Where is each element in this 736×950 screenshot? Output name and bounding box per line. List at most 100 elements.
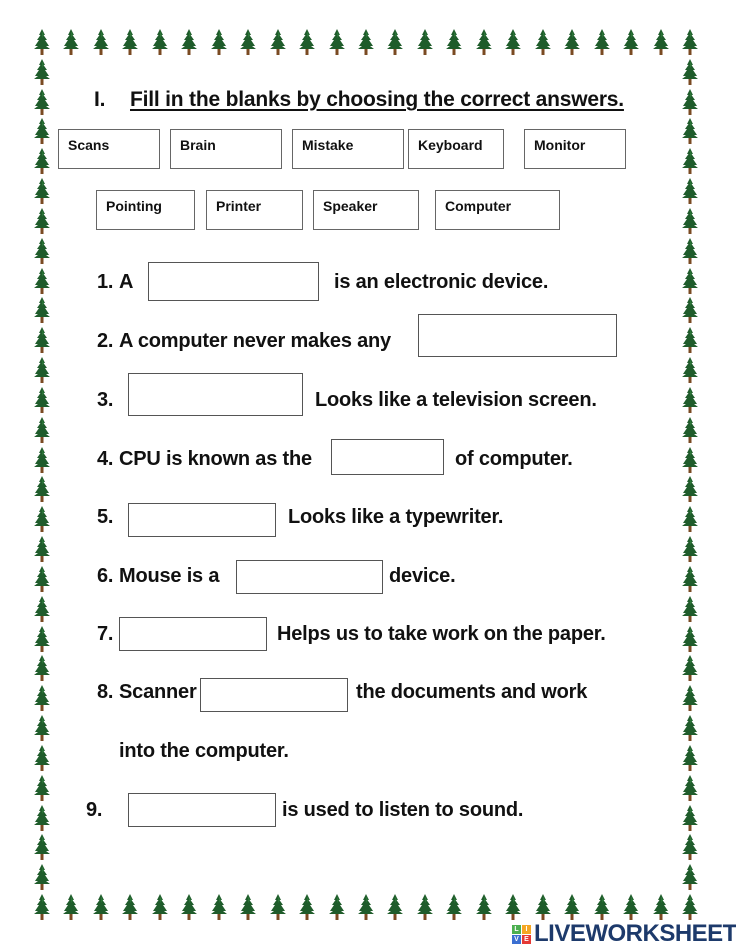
pine-tree-icon	[682, 357, 698, 384]
word-bank-item[interactable]: Monitor	[524, 129, 626, 169]
word-bank-item[interactable]: Scans	[58, 129, 160, 169]
liveworksheets-logo[interactable]: L I V E LIVEWORKSHEETS	[512, 920, 736, 947]
pine-tree-icon	[34, 864, 50, 891]
pine-tree-icon	[446, 894, 463, 920]
pine-tree-icon	[387, 894, 404, 920]
question-number: 8.	[97, 681, 114, 703]
pine-tree-icon	[358, 29, 374, 55]
pine-tree-icon	[34, 29, 50, 55]
pine-tree-icon	[34, 357, 50, 384]
logo-icon: L I V E	[512, 924, 531, 944]
word-bank-item[interactable]: Printer	[206, 190, 303, 230]
pine-tree-icon	[34, 625, 50, 652]
question-number: 5.	[97, 506, 114, 528]
pine-tree-icon	[34, 715, 50, 742]
pine-tree-icon	[682, 804, 698, 831]
word-bank-item[interactable]: Keyboard	[408, 129, 504, 169]
pine-tree-icon	[682, 864, 698, 891]
pine-tree-icon	[682, 148, 698, 175]
pine-tree-icon	[34, 237, 50, 264]
pine-tree-icon	[682, 834, 698, 861]
pine-tree-icon	[682, 894, 698, 920]
pine-tree-icon	[475, 894, 492, 920]
pine-tree-icon	[34, 894, 50, 920]
answer-blank-3[interactable]	[128, 373, 303, 416]
question-number: 7.	[97, 623, 114, 645]
word-bank-item[interactable]: Brain	[170, 129, 282, 169]
pine-tree-icon	[34, 327, 50, 354]
pine-tree-icon	[475, 29, 492, 55]
pine-tree-icon	[652, 29, 669, 55]
pine-tree-icon	[34, 416, 50, 443]
answer-blank-5[interactable]	[128, 503, 276, 537]
pine-tree-icon	[682, 88, 698, 115]
pine-tree-icon	[63, 894, 80, 920]
question-text-after: Helps us to take work on the paper.	[277, 623, 606, 645]
pine-tree-icon	[682, 118, 698, 145]
question-text-before: Scanner	[119, 681, 197, 703]
pine-tree-icon	[210, 894, 227, 920]
pine-tree-icon	[34, 744, 50, 771]
question-text-after: of computer.	[455, 448, 573, 470]
answer-blank-4[interactable]	[331, 439, 444, 475]
pine-tree-icon	[623, 29, 640, 55]
pine-tree-icon	[682, 774, 698, 801]
pine-tree-icon	[534, 894, 551, 920]
answer-blank-1[interactable]	[148, 262, 319, 301]
pine-tree-icon	[34, 58, 50, 85]
pine-tree-icon	[34, 774, 50, 801]
pine-tree-icon	[34, 386, 50, 413]
pine-tree-icon	[682, 297, 698, 324]
pine-tree-icon	[682, 327, 698, 354]
pine-tree-icon	[682, 476, 698, 503]
pine-tree-icon	[682, 416, 698, 443]
pine-tree-icon	[34, 595, 50, 622]
pine-tree-icon	[34, 506, 50, 533]
pine-tree-icon	[682, 446, 698, 473]
pine-tree-icon	[34, 685, 50, 712]
question-text-before: A computer never makes any	[119, 330, 391, 352]
word-bank-item[interactable]: Speaker	[313, 190, 419, 230]
word-bank-item[interactable]: Computer	[435, 190, 560, 230]
pine-tree-icon	[122, 894, 139, 920]
pine-tree-icon	[34, 207, 50, 234]
answer-blank-9[interactable]	[128, 793, 276, 827]
pine-tree-icon	[682, 655, 698, 682]
pine-tree-icon	[682, 715, 698, 742]
section-title: Fill in the blanks by choosing the corre…	[130, 88, 624, 111]
pine-tree-icon	[593, 29, 610, 55]
pine-tree-icon	[682, 386, 698, 413]
pine-tree-icon	[269, 894, 286, 920]
pine-tree-icon	[34, 88, 50, 115]
logo-letter: E	[522, 934, 531, 944]
question-text-after: the documents and work	[356, 681, 588, 703]
pine-tree-icon	[299, 29, 316, 55]
question-text-continuation: into the computer.	[119, 740, 289, 762]
pine-tree-icon	[682, 58, 698, 85]
pine-tree-icon	[593, 894, 610, 920]
logo-letter: V	[512, 934, 521, 944]
pine-tree-icon	[652, 894, 669, 920]
question-text-before: Mouse is a	[119, 565, 220, 587]
pine-tree-icon	[181, 894, 198, 920]
pine-tree-icon	[564, 894, 581, 920]
pine-tree-icon	[682, 506, 698, 533]
pine-tree-icon	[269, 29, 286, 55]
pine-tree-icon	[34, 297, 50, 324]
answer-blank-8[interactable]	[200, 678, 348, 712]
section-number: I.	[94, 88, 106, 111]
word-bank-item[interactable]: Pointing	[96, 190, 195, 230]
pine-tree-icon	[534, 29, 551, 55]
word-bank-item[interactable]: Mistake	[292, 129, 404, 169]
pine-tree-icon	[299, 894, 316, 920]
answer-blank-7[interactable]	[119, 617, 267, 651]
question-text-after: Looks like a typewriter.	[288, 506, 504, 528]
pine-tree-icon	[623, 894, 640, 920]
pine-tree-icon	[34, 804, 50, 831]
pine-tree-icon	[682, 29, 698, 55]
answer-blank-2[interactable]	[418, 314, 617, 357]
pine-tree-icon	[34, 565, 50, 592]
answer-blank-6[interactable]	[236, 560, 383, 594]
pine-tree-icon	[564, 29, 581, 55]
pine-tree-icon	[682, 685, 698, 712]
